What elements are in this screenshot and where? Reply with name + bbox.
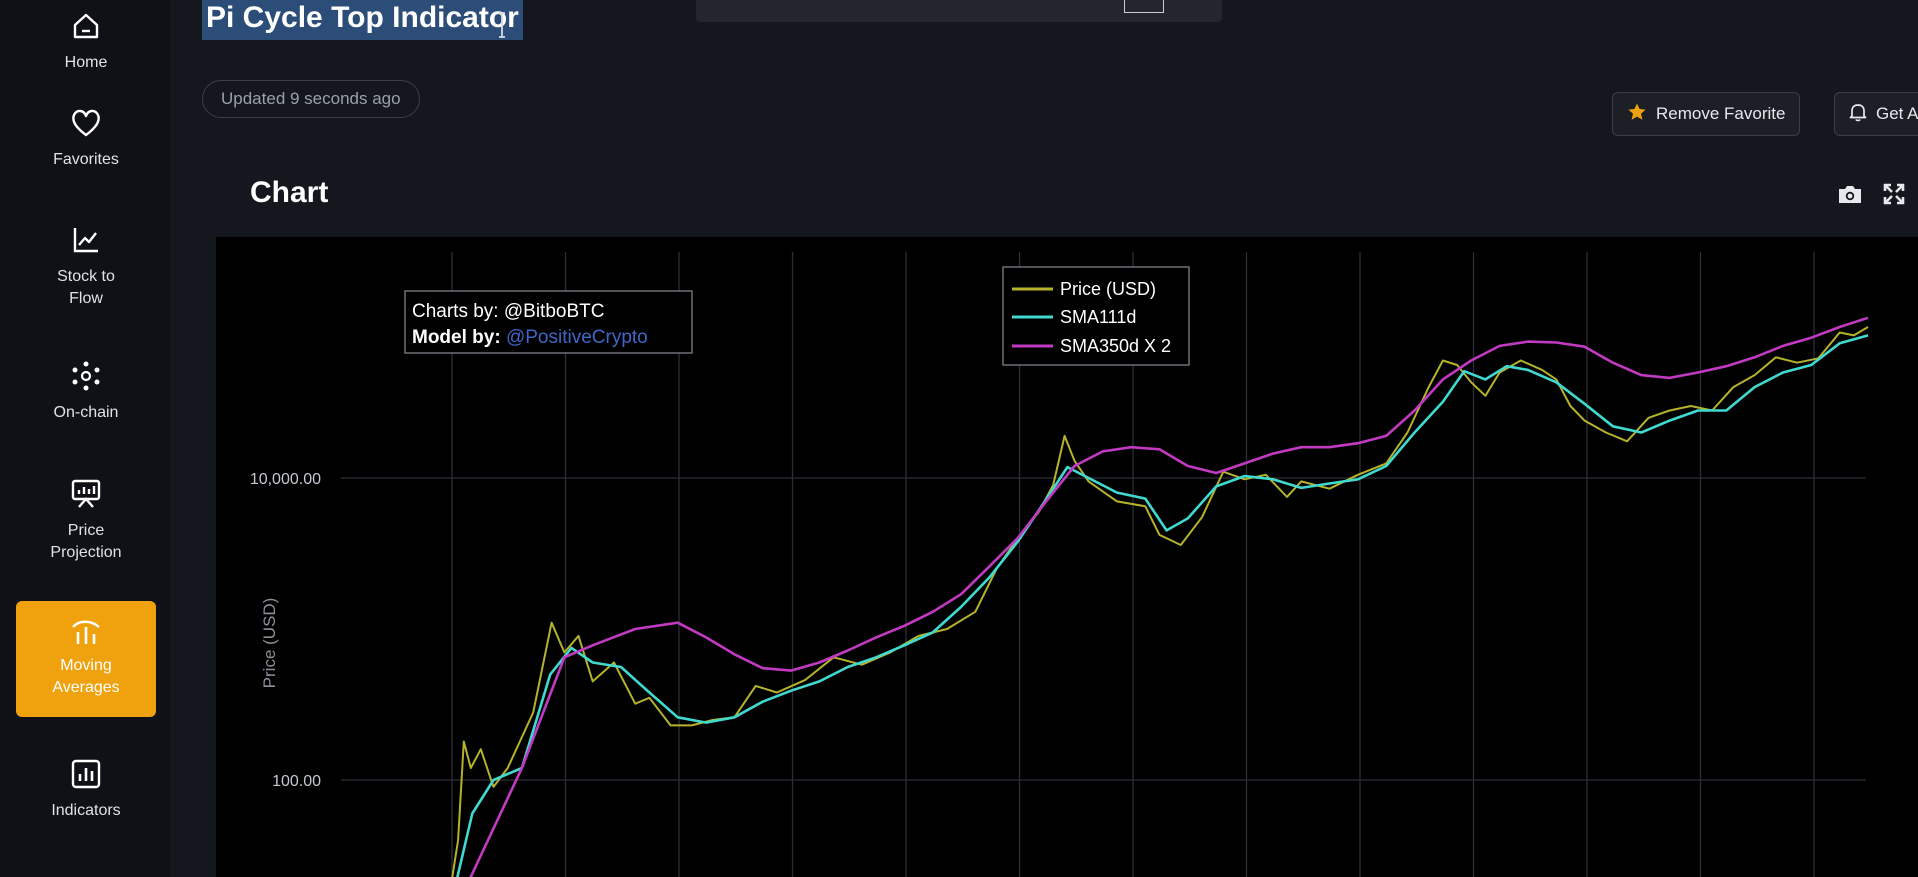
star-icon: [1627, 102, 1647, 127]
overlay-toolbar-box[interactable]: [1124, 0, 1164, 13]
updated-status-badge: Updated 9 seconds ago: [202, 80, 420, 118]
series-line: [469, 316, 1869, 877]
credits-line-1: Charts by: @BitboBTC: [412, 301, 604, 322]
network-icon: [66, 356, 106, 396]
chart-plot-area[interactable]: 10,000.00 100.00 Price (USD) Charts by: …: [216, 237, 1918, 877]
get-alert-button[interactable]: Get A: [1834, 92, 1918, 136]
series-line: [456, 334, 1869, 877]
y-tick-label: 10,000.00: [250, 471, 321, 488]
sidebar-item-label: Moving Averages: [52, 657, 120, 696]
series-line: [451, 326, 1869, 877]
sidebar-item-label: Favorites: [53, 151, 119, 168]
legend-label-price: Price (USD): [1060, 279, 1156, 299]
get-alert-label: Get A: [1876, 104, 1918, 123]
sidebar-item-indicators[interactable]: Indicators: [16, 754, 156, 822]
page-title: Pi Cycle Top Indicator: [202, 0, 523, 40]
charts-by-value: @BitboBTC: [504, 301, 605, 322]
model-by-link: @PositiveCrypto: [506, 327, 648, 348]
sidebar-item-home[interactable]: Home: [16, 6, 156, 74]
heart-icon: [66, 103, 106, 143]
charts-by-label: Charts by:: [412, 301, 499, 322]
presentation-icon: [66, 474, 106, 514]
expand-icon[interactable]: [1880, 180, 1908, 208]
sidebar-item-favorites[interactable]: Favorites: [16, 103, 156, 171]
sidebar-item-label: Indicators: [51, 802, 121, 819]
sidebar: Home Favorites Stock to Flow On-chain Pr…: [0, 0, 170, 877]
sidebar-item-label: Home: [64, 54, 108, 71]
y-axis-label: Price (USD): [260, 598, 279, 689]
remove-favorite-label: Remove Favorite: [1656, 104, 1786, 123]
sidebar-item-on-chain[interactable]: On-chain: [16, 356, 156, 424]
remove-favorite-button[interactable]: Remove Favorite: [1612, 92, 1801, 136]
chart-heading: Chart: [250, 176, 329, 209]
legend-label-sma350: SMA350d X 2: [1060, 336, 1171, 356]
text-cursor-icon: [499, 12, 505, 38]
legend-label-sma111: SMA111d: [1060, 307, 1136, 327]
sidebar-item-price-projection[interactable]: Price Projection: [16, 474, 156, 564]
sidebar-item-label: On-chain: [53, 404, 119, 421]
sidebar-item-stock-to-flow[interactable]: Stock to Flow: [16, 220, 156, 310]
sidebar-item-moving-averages[interactable]: Moving Averages: [16, 601, 156, 717]
app-root: Home Favorites Stock to Flow On-chain Pr…: [0, 0, 1918, 877]
series-layer: [451, 316, 1869, 877]
y-tick-label: 100.00: [272, 773, 321, 790]
bar-chart-icon: [66, 754, 106, 794]
sidebar-item-label: Stock to Flow: [57, 268, 115, 307]
moving-averages-icon: [66, 615, 106, 649]
camera-icon[interactable]: [1836, 180, 1864, 208]
line-chart-icon: [66, 220, 106, 260]
pi-cycle-chart: 10,000.00 100.00 Price (USD) Charts by: …: [250, 252, 1869, 877]
credits-line-2: Model by: @PositiveCrypto: [412, 327, 648, 348]
sidebar-item-label: Price Projection: [50, 522, 122, 561]
home-icon: [66, 6, 106, 46]
bell-icon: [1849, 102, 1867, 127]
model-by-label: Model by:: [412, 327, 501, 348]
